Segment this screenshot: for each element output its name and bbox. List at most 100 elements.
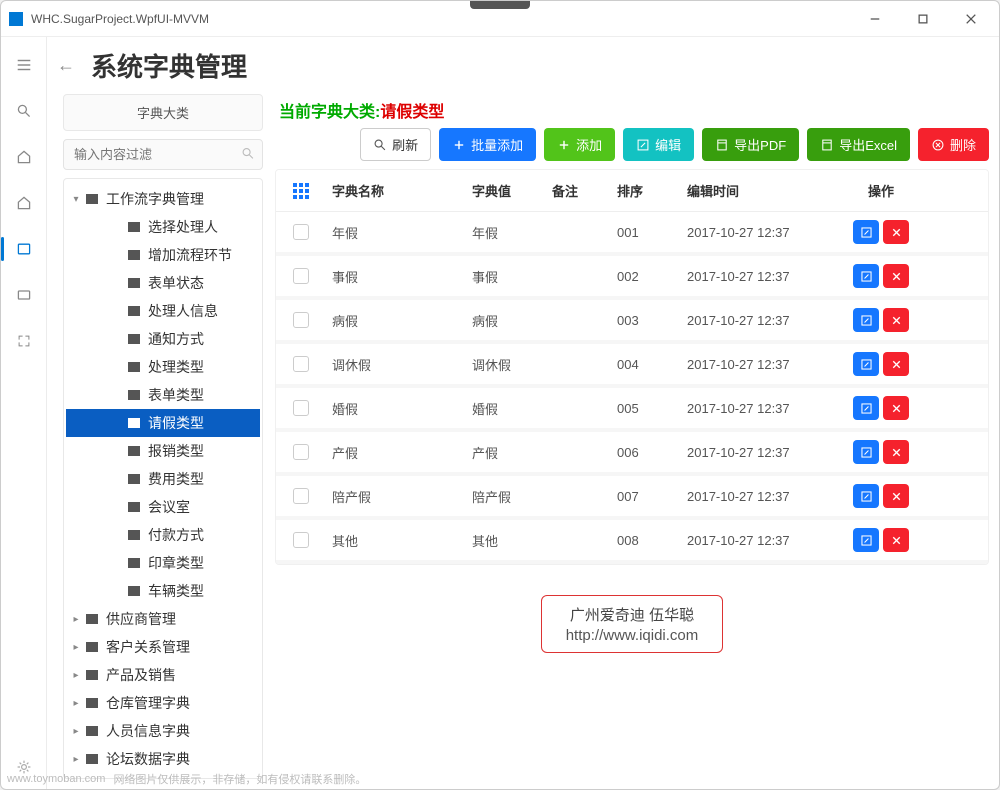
right-pane: 当前字典大类:请假类型 刷新 批量添加 添加 编辑 导出PDF 导出Excel … bbox=[275, 94, 989, 779]
chevron-right-icon[interactable]: ▸ bbox=[68, 642, 84, 653]
export-excel-button[interactable]: 导出Excel bbox=[807, 128, 910, 161]
tree-item[interactable]: 费用类型 bbox=[66, 465, 260, 493]
tree-item[interactable]: 选择处理人 bbox=[66, 213, 260, 241]
tree-item[interactable]: 处理人信息 bbox=[66, 297, 260, 325]
filter-search-icon[interactable] bbox=[241, 146, 255, 163]
left-rail bbox=[1, 37, 47, 789]
grid-selector-icon[interactable] bbox=[293, 183, 309, 199]
tree-item[interactable]: 增加流程环节 bbox=[66, 241, 260, 269]
batch-add-button[interactable]: 批量添加 bbox=[439, 128, 536, 161]
row-delete-button[interactable] bbox=[883, 352, 909, 376]
house-icon[interactable] bbox=[14, 193, 34, 213]
tree-item[interactable]: 报销类型 bbox=[66, 437, 260, 465]
cell-edit-time: 2017-10-27 12:37 bbox=[681, 481, 831, 512]
filter-input[interactable] bbox=[63, 139, 263, 170]
row-delete-button[interactable] bbox=[883, 484, 909, 508]
tree-item[interactable]: ▸ 人员信息字典 bbox=[66, 717, 260, 745]
row-checkbox[interactable] bbox=[293, 532, 309, 548]
row-edit-button[interactable] bbox=[853, 528, 879, 552]
table-row: 年假年假0012017-10-27 12:37 bbox=[276, 212, 988, 256]
row-delete-button[interactable] bbox=[883, 308, 909, 332]
tree-item-label: 客户关系管理 bbox=[106, 637, 190, 657]
folder-icon bbox=[126, 528, 142, 542]
refresh-button[interactable]: 刷新 bbox=[360, 128, 431, 161]
chevron-right-icon[interactable]: ▸ bbox=[68, 698, 84, 709]
chevron-down-icon[interactable]: ▾ bbox=[68, 194, 84, 205]
chevron-right-icon[interactable]: ▸ bbox=[68, 670, 84, 681]
menu-icon[interactable] bbox=[14, 55, 34, 75]
row-delete-button[interactable] bbox=[883, 220, 909, 244]
row-checkbox[interactable] bbox=[293, 356, 309, 372]
tree-item[interactable]: 会议室 bbox=[66, 493, 260, 521]
cell-remark bbox=[546, 356, 611, 372]
row-checkbox[interactable] bbox=[293, 444, 309, 460]
tree-item[interactable]: ▸ 客户关系管理 bbox=[66, 633, 260, 661]
row-edit-button[interactable] bbox=[853, 308, 879, 332]
tree-item[interactable]: 表单状态 bbox=[66, 269, 260, 297]
tablet-icon[interactable] bbox=[14, 239, 34, 259]
cell-name: 其他 bbox=[326, 523, 466, 558]
row-edit-button[interactable] bbox=[853, 264, 879, 288]
row-checkbox[interactable] bbox=[293, 400, 309, 416]
folder-icon bbox=[126, 584, 142, 598]
chevron-right-icon[interactable]: ▸ bbox=[68, 726, 84, 737]
add-button[interactable]: 添加 bbox=[544, 128, 615, 161]
chevron-right-icon[interactable]: ▸ bbox=[68, 754, 84, 765]
home-icon[interactable] bbox=[14, 147, 34, 167]
tree-item[interactable]: ▸供应商管理 bbox=[66, 605, 260, 633]
row-delete-button[interactable] bbox=[883, 528, 909, 552]
tree-item-label: 增加流程环节 bbox=[148, 245, 232, 265]
tree-item[interactable]: 印章类型 bbox=[66, 549, 260, 577]
row-delete-button[interactable] bbox=[883, 396, 909, 420]
tree-item-label: 论坛数据字典 bbox=[106, 749, 190, 769]
delete-button[interactable]: 删除 bbox=[918, 128, 989, 161]
expand-icon[interactable] bbox=[14, 331, 34, 351]
row-checkbox[interactable] bbox=[293, 224, 309, 240]
export-pdf-label: 导出PDF bbox=[734, 135, 786, 154]
app-window: WHC.SugarProject.WpfUI-MVVM bbox=[0, 0, 1000, 790]
edit-button[interactable]: 编辑 bbox=[623, 128, 694, 161]
row-checkbox[interactable] bbox=[293, 312, 309, 328]
tree-item[interactable]: 处理类型 bbox=[66, 353, 260, 381]
monitor-icon[interactable] bbox=[14, 285, 34, 305]
tree-item[interactable]: 通知方式 bbox=[66, 325, 260, 353]
window-title: WHC.SugarProject.WpfUI-MVVM bbox=[31, 12, 855, 26]
close-button[interactable] bbox=[951, 5, 991, 33]
table-row: 婚假婚假0052017-10-27 12:37 bbox=[276, 388, 988, 432]
row-delete-button[interactable] bbox=[883, 440, 909, 464]
folder-icon bbox=[126, 500, 142, 514]
tree-item[interactable]: ▸仓库管理字典 bbox=[66, 689, 260, 717]
row-checkbox[interactable] bbox=[293, 488, 309, 504]
data-table: 字典名称 字典值 备注 排序 编辑时间 操作 年假年假0012017-10-27… bbox=[275, 169, 989, 565]
tree-item[interactable]: 表单类型 bbox=[66, 381, 260, 409]
chevron-right-icon[interactable]: ▸ bbox=[68, 614, 84, 625]
folder-icon bbox=[126, 416, 142, 430]
export-pdf-button[interactable]: 导出PDF bbox=[702, 128, 799, 161]
tree-item[interactable]: 请假类型 bbox=[66, 409, 260, 437]
row-edit-button[interactable] bbox=[853, 440, 879, 464]
row-checkbox[interactable] bbox=[293, 268, 309, 284]
tree-item-label: 车辆类型 bbox=[148, 581, 204, 601]
row-edit-button[interactable] bbox=[853, 220, 879, 244]
tree-item-label: 费用类型 bbox=[148, 469, 204, 489]
cell-name: 婚假 bbox=[326, 391, 466, 426]
tree-item[interactable]: ▸产品及销售 bbox=[66, 661, 260, 689]
maximize-button[interactable] bbox=[903, 5, 943, 33]
tree-item[interactable]: 车辆类型 bbox=[66, 577, 260, 605]
row-delete-button[interactable] bbox=[883, 264, 909, 288]
tree-item[interactable]: ▸ 论坛数据字典 bbox=[66, 745, 260, 773]
cell-ops bbox=[831, 520, 931, 560]
cell-remark bbox=[546, 400, 611, 416]
row-edit-button[interactable] bbox=[853, 396, 879, 420]
tree-item[interactable]: 付款方式 bbox=[66, 521, 260, 549]
toolbar: 刷新 批量添加 添加 编辑 导出PDF 导出Excel 删除 bbox=[275, 128, 989, 161]
back-button[interactable]: ← bbox=[53, 53, 79, 79]
cell-name: 调休假 bbox=[326, 347, 466, 382]
row-edit-button[interactable] bbox=[853, 352, 879, 376]
search-icon[interactable] bbox=[14, 101, 34, 121]
tree-item-label: 人员信息字典 bbox=[106, 721, 190, 741]
tree-item[interactable]: ▾工作流字典管理 bbox=[66, 185, 260, 213]
minimize-button[interactable] bbox=[855, 5, 895, 33]
tree-item-label: 付款方式 bbox=[148, 525, 204, 545]
row-edit-button[interactable] bbox=[853, 484, 879, 508]
